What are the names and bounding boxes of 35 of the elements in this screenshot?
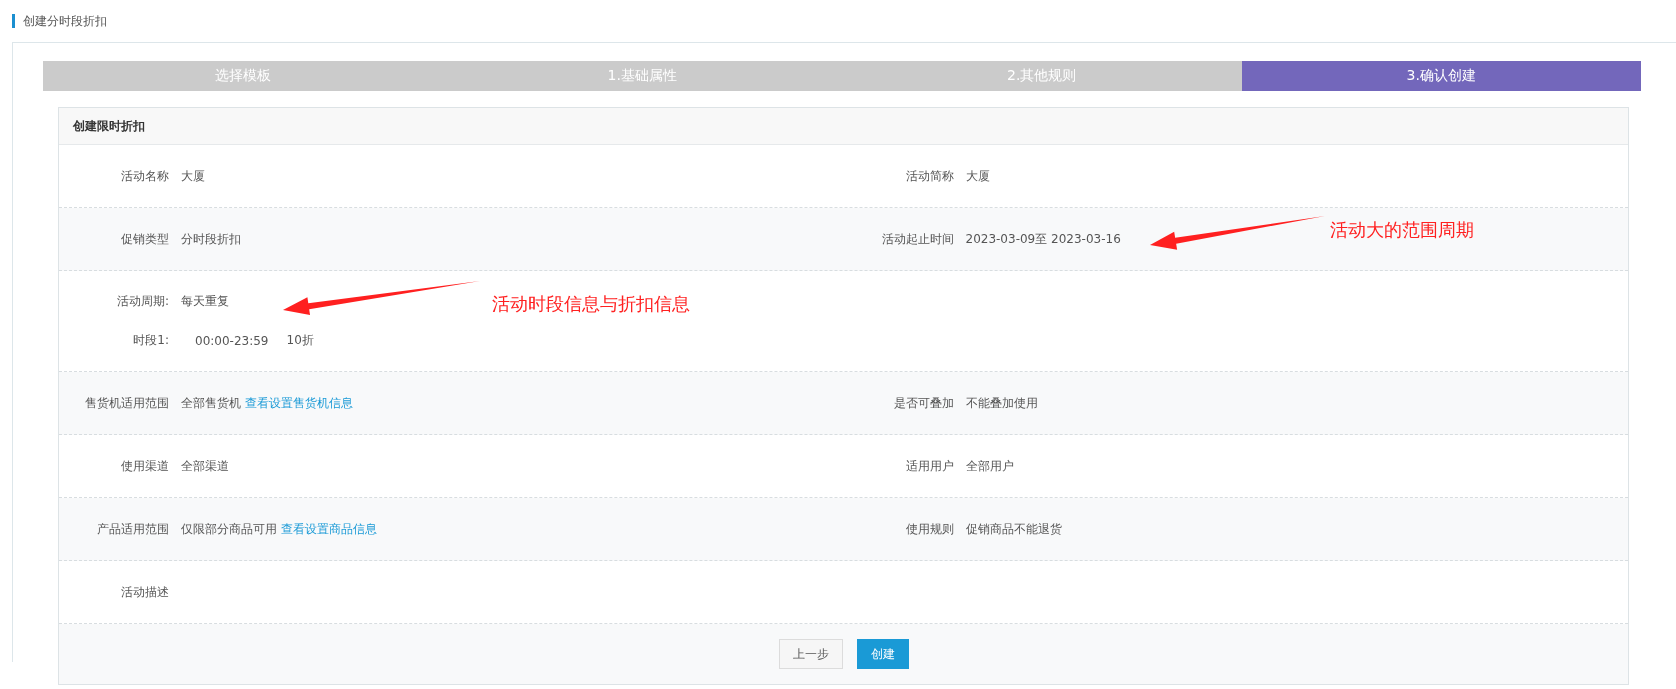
back-button[interactable]: 上一步 [778, 639, 843, 669]
card-title: 创建限时折扣 [73, 117, 145, 135]
view-link[interactable]: 查看设置售货机信息 [245, 395, 353, 410]
field-value: 仅限部分商品可用 [181, 521, 277, 536]
field-value: 不能叠加使用 [965, 395, 1038, 410]
field-value: 大厦 [181, 168, 205, 183]
field-value: 每天重复 [181, 293, 229, 310]
field-value: 全部渠道 [181, 458, 229, 473]
annotation-text: 活动大的范围周期 [1330, 218, 1474, 242]
create-button[interactable]: 创建 [856, 639, 909, 669]
segment-time: 00:00-23:59 [195, 333, 269, 348]
field-label: 适用用户 [904, 457, 954, 475]
page-title: 创建分时段折扣 [12, 14, 107, 28]
field-value: 分时段折扣 [181, 231, 241, 246]
field-label: 使用渠道 [120, 457, 169, 475]
field-label: 活动起止时间 [880, 230, 954, 248]
field-label: 产品适用范围 [96, 520, 169, 538]
field-label: 活动名称 [120, 167, 169, 185]
annotation-text: 活动时段信息与折扣信息 [492, 292, 690, 316]
segment-discount: 10折 [286, 332, 314, 349]
field-value: 全部用户 [965, 458, 1014, 473]
field-label: 使用规则 [904, 520, 954, 538]
field-value: 促销商品不能退货 [965, 521, 1062, 536]
field-label: 售货机适用范围 [84, 394, 169, 412]
view-link[interactable]: 查看设置商品信息 [281, 521, 377, 536]
field-value: 全部售货机 [181, 395, 241, 410]
field-label: 促销类型 [120, 230, 169, 248]
field-label: 活动描述 [120, 583, 169, 601]
segment-label: 时段1: [132, 332, 169, 349]
field-label: 活动简称 [904, 167, 954, 185]
field-value: 2023-03-09至 2023-03-16 [965, 231, 1121, 246]
field-label: 是否可叠加 [892, 394, 954, 412]
field-label: 活动周期: [115, 293, 169, 310]
step-tab[interactable]: 3.确认创建 [1241, 61, 1641, 91]
field-value: 大厦 [965, 168, 990, 183]
